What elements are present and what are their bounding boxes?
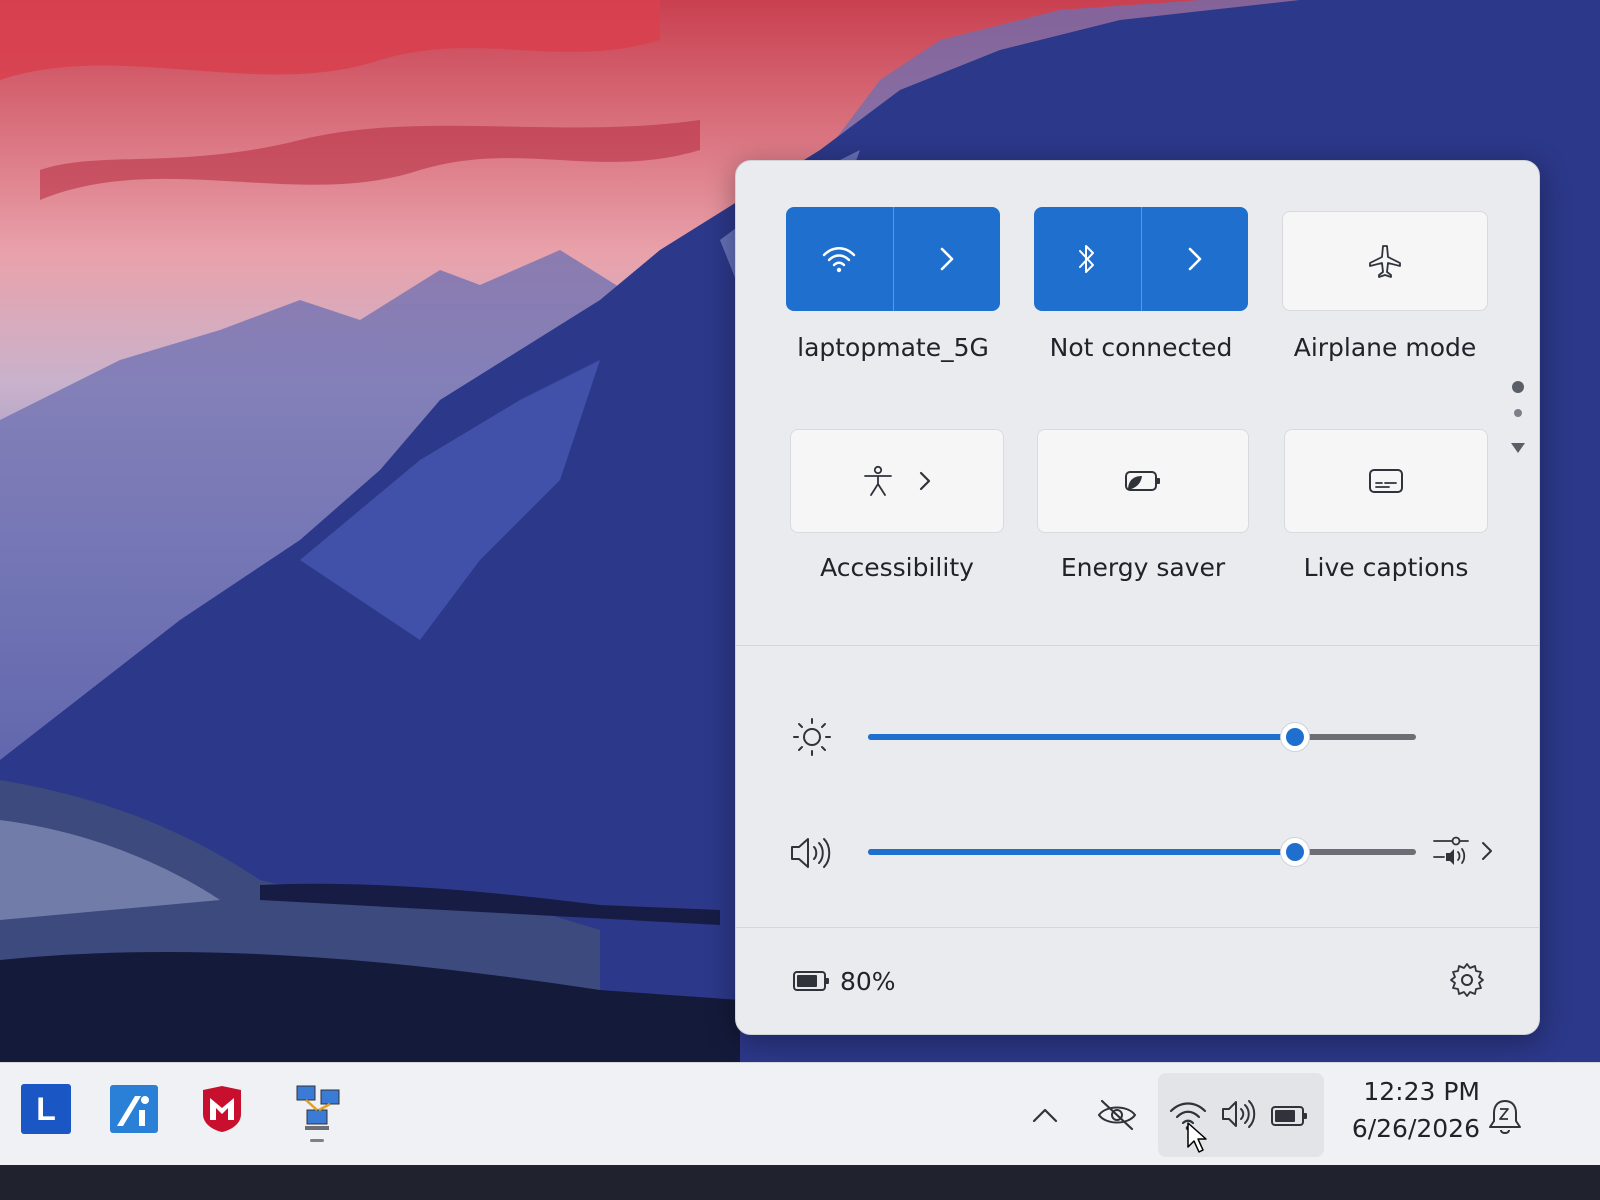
bluetooth-toggle-button[interactable]: [1034, 207, 1142, 311]
airplane-mode-tile-label: Airplane mode: [1293, 333, 1477, 362]
airplane-mode-tile[interactable]: [1282, 211, 1488, 311]
system-tray-status-button[interactable]: [1158, 1073, 1324, 1157]
wifi-tile-label: laptopmate_5G: [797, 333, 989, 362]
lenovo-app-icon[interactable]: L: [18, 1081, 74, 1137]
battery-status[interactable]: 80%: [792, 961, 896, 1001]
bluetooth-icon: [1079, 245, 1095, 273]
volume-slider-thumb[interactable]: [1280, 837, 1311, 867]
intel-graphics-icon: [110, 1085, 158, 1133]
wifi-tile[interactable]: [786, 207, 1000, 311]
page-down-arrow-icon[interactable]: [1509, 441, 1527, 455]
clock-date: 6/26/2026: [1351, 1114, 1480, 1143]
live-captions-tile-label: Live captions: [1303, 553, 1469, 582]
screen-bezel: [0, 1165, 1600, 1200]
live-captions-icon: [1369, 469, 1403, 493]
mcafee-app-icon[interactable]: [194, 1081, 250, 1137]
gear-icon[interactable]: [1448, 961, 1486, 999]
battery-percent: 80%: [840, 966, 896, 996]
notification-icon[interactable]: [1486, 1097, 1524, 1137]
airplane-icon: [1369, 245, 1401, 278]
volume-slider-fill: [868, 849, 1296, 855]
accessibility-icon: [864, 465, 892, 496]
bluetooth-tile-label: Not connected: [1049, 333, 1233, 362]
network-computers-icon: [296, 1085, 340, 1130]
accessibility-tile[interactable]: [790, 429, 1004, 533]
clock-button[interactable]: 12:23 PM 6/26/2026: [1330, 1077, 1480, 1143]
brightness-icon: [793, 718, 831, 756]
battery-icon: [1271, 1106, 1307, 1126]
page-indicator-active[interactable]: [1512, 381, 1524, 393]
wifi-icon: [823, 247, 856, 273]
divider: [736, 645, 1539, 646]
battery-icon: [793, 971, 829, 991]
speaker-icon[interactable]: [788, 833, 836, 873]
chevron-right-icon: [940, 247, 954, 271]
mouse-cursor-icon: [1187, 1122, 1207, 1153]
running-indicator: [310, 1139, 324, 1142]
brightness-slider-thumb[interactable]: [1280, 722, 1311, 752]
audio-output-button[interactable]: [1432, 829, 1502, 873]
lenovo-app-letter: L: [36, 1090, 56, 1127]
energy-saver-icon: [1125, 471, 1160, 491]
live-captions-tile[interactable]: [1284, 429, 1488, 533]
bluetooth-tile[interactable]: [1034, 207, 1248, 311]
intel-app-icon[interactable]: [106, 1081, 162, 1137]
chevron-right-icon: [1482, 842, 1492, 860]
clock-time: 12:23 PM: [1363, 1077, 1480, 1106]
chevron-right-icon: [919, 471, 931, 491]
speaker-icon: [1222, 1100, 1256, 1128]
bluetooth-expand-button[interactable]: [1142, 207, 1249, 311]
quick-settings-panel: laptopmate_5G Not connected Airplane mod…: [735, 160, 1540, 1035]
chevron-right-icon: [1188, 247, 1202, 271]
brightness-slider-fill: [868, 734, 1296, 740]
network-app-icon[interactable]: [290, 1079, 346, 1142]
wifi-toggle-button[interactable]: [786, 207, 894, 311]
page-indicator[interactable]: [1514, 409, 1522, 417]
wifi-expand-button[interactable]: [894, 207, 1001, 311]
energy-saver-tile[interactable]: [1037, 429, 1249, 533]
chevron-up-icon[interactable]: [1030, 1105, 1060, 1125]
mcafee-shield-icon: [203, 1086, 241, 1132]
energy-saver-tile-label: Energy saver: [1060, 553, 1226, 582]
eye-off-icon[interactable]: [1096, 1097, 1138, 1133]
accessibility-tile-label: Accessibility: [820, 553, 974, 582]
audio-output-icon: [1433, 836, 1469, 865]
divider: [736, 927, 1539, 928]
